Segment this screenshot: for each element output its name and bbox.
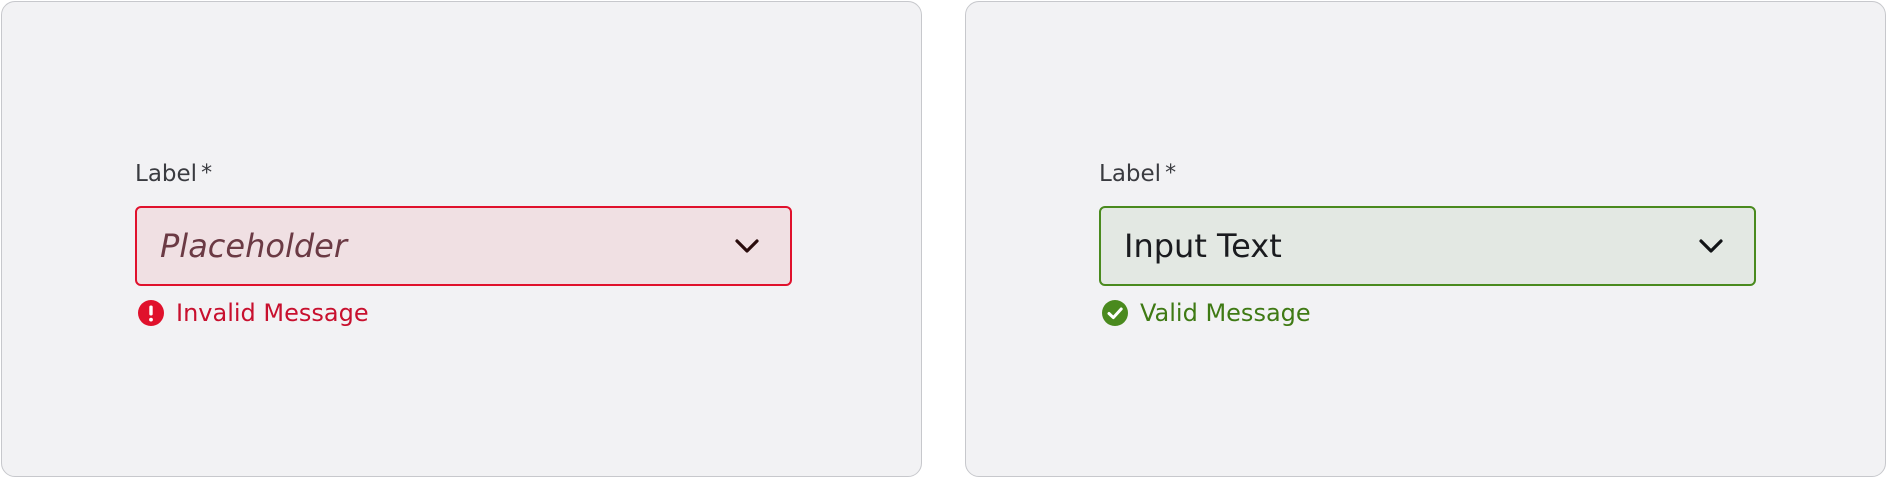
- valid-select-panel: Label * Input Text Valid Message: [965, 1, 1886, 477]
- chevron-down-icon: [1699, 239, 1723, 253]
- valid-select-field: Label * Input Text Valid Message: [1099, 159, 1756, 327]
- validation-message-row: Valid Message: [1099, 293, 1311, 333]
- valid-message: Valid Message: [1140, 299, 1311, 327]
- required-marker: *: [201, 161, 213, 186]
- field-label: Label: [1099, 161, 1162, 187]
- field-label-row: Label *: [1099, 159, 1756, 189]
- invalid-select-dropdown[interactable]: Placeholder: [135, 206, 792, 286]
- invalid-select-field: Label * Placeholder Invalid Message: [135, 159, 792, 327]
- field-label-row: Label *: [135, 159, 792, 189]
- select-value: Input Text: [1124, 227, 1282, 265]
- invalid-select-panel: Label * Placeholder Invalid Message: [1, 1, 922, 477]
- validation-message-row: Invalid Message: [135, 293, 369, 333]
- valid-select-dropdown[interactable]: Input Text: [1099, 206, 1756, 286]
- check-circle-icon: [1102, 300, 1128, 326]
- field-label: Label: [135, 161, 198, 187]
- error-exclamation-icon: [138, 300, 164, 326]
- invalid-message: Invalid Message: [176, 299, 369, 327]
- required-marker: *: [1165, 161, 1177, 186]
- chevron-down-icon: [735, 239, 759, 253]
- select-placeholder: Placeholder: [160, 227, 347, 265]
